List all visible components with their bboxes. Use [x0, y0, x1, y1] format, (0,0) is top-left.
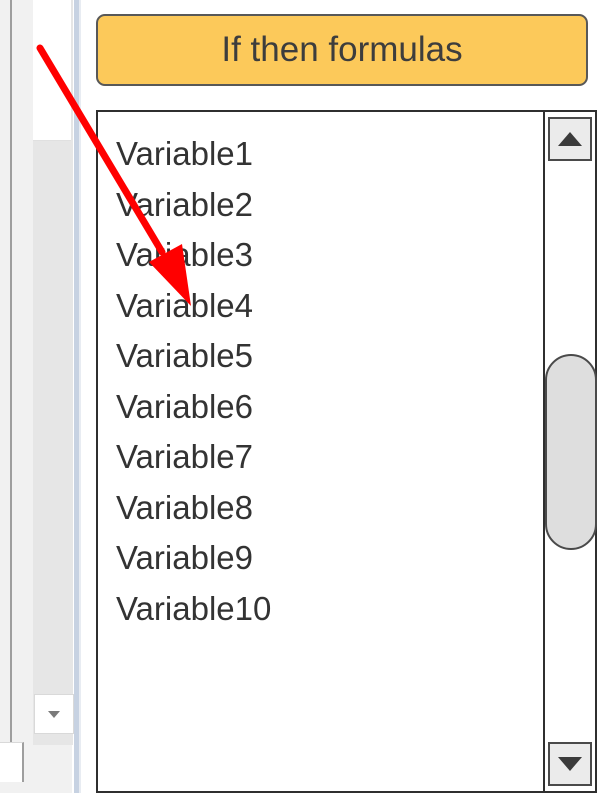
list-item-variable6[interactable]: Variable6	[116, 385, 271, 436]
chevron-down-icon	[48, 710, 60, 718]
list-scrollbar[interactable]	[543, 112, 597, 791]
if-then-formulas-button[interactable]: If then formulas	[96, 14, 588, 86]
variables-listbox[interactable]: Variable1 Variable2 Variable3 Variable4 …	[96, 110, 597, 793]
list-item-variable8[interactable]: Variable8	[116, 486, 271, 537]
panel-divider-highlight	[79, 0, 81, 793]
list-item-variable3[interactable]: Variable3	[116, 233, 271, 284]
list-item-variable2[interactable]: Variable2	[116, 183, 271, 234]
list-item-variable7[interactable]: Variable7	[116, 435, 271, 486]
list-item-variable9[interactable]: Variable9	[116, 536, 271, 587]
list-item-variable10[interactable]: Variable10	[116, 587, 271, 638]
list-item-variable4[interactable]: Variable4	[116, 284, 271, 335]
left-bottom-field[interactable]	[0, 742, 24, 782]
scroll-down-arrow-icon	[558, 757, 582, 771]
left-panel-edge	[10, 0, 12, 745]
list-item-variable5[interactable]: Variable5	[116, 334, 271, 385]
scroll-down-button[interactable]	[548, 742, 592, 786]
left-dropdown-button[interactable]	[34, 694, 74, 734]
scroll-up-button[interactable]	[548, 117, 592, 161]
list-item-variable1[interactable]: Variable1	[116, 132, 271, 183]
left-input-box[interactable]	[33, 0, 71, 141]
scroll-up-arrow-icon	[558, 132, 582, 146]
variables-list: Variable1 Variable2 Variable3 Variable4 …	[116, 132, 271, 637]
scroll-thumb[interactable]	[545, 354, 597, 550]
